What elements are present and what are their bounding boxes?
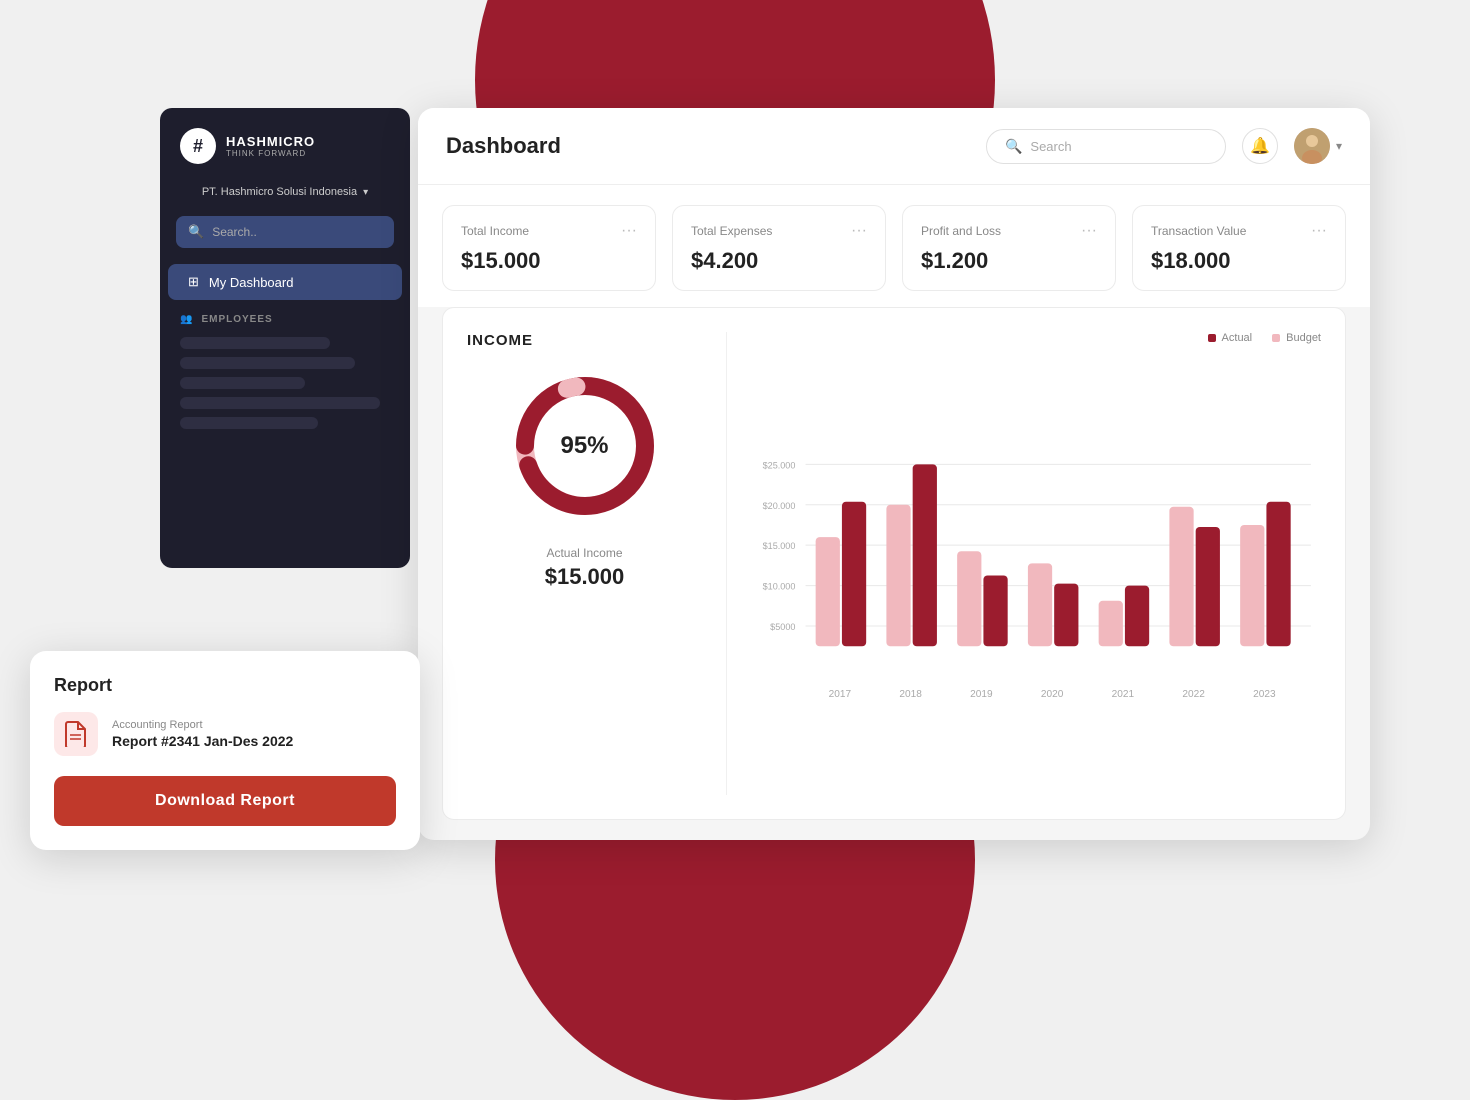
kpi-value: $15.000 — [461, 248, 637, 274]
svg-text:$20.000: $20.000 — [763, 501, 796, 511]
sidebar-skeleton-5 — [180, 417, 318, 429]
kpi-card-profit: Profit and Loss ··· $1.200 — [902, 205, 1116, 291]
svg-text:$10.000: $10.000 — [763, 582, 796, 592]
kpi-value: $18.000 — [1151, 248, 1327, 274]
avatar-chevron-icon: ▾ — [1336, 139, 1342, 153]
avatar-button[interactable]: ▾ — [1294, 128, 1342, 164]
sidebar-section-employees: 👥 EMPLOYEES — [160, 304, 410, 329]
svg-text:2021: 2021 — [1112, 689, 1135, 700]
kpi-header: Total Expenses ··· — [691, 222, 867, 240]
report-card-title: Report — [54, 675, 396, 696]
income-title: INCOME — [467, 332, 533, 349]
income-section: INCOME 95% Actual Income $15.000 — [442, 307, 1346, 820]
sidebar-skeleton-4 — [180, 397, 380, 409]
topbar-right: 🔍 🔔 ▾ — [986, 128, 1342, 164]
actual-income-value: $15.000 — [545, 564, 625, 590]
report-name: Report #2341 Jan-Des 2022 — [112, 733, 293, 749]
kpi-card-expenses: Total Expenses ··· $4.200 — [672, 205, 886, 291]
svg-text:$15.000: $15.000 — [763, 541, 796, 551]
kpi-menu-icon[interactable]: ··· — [1311, 222, 1327, 240]
search-input[interactable] — [1030, 139, 1207, 154]
kpi-header: Profit and Loss ··· — [921, 222, 1097, 240]
legend-budget-dot — [1272, 334, 1280, 342]
kpi-card-transaction: Transaction Value ··· $18.000 — [1132, 205, 1346, 291]
report-file-icon — [54, 712, 98, 756]
report-info: Accounting Report Report #2341 Jan-Des 2… — [112, 719, 293, 749]
notification-bell-button[interactable]: 🔔 — [1242, 128, 1278, 164]
sidebar-logo: # HASHMICRO THINK FORWARD — [160, 128, 410, 180]
kpi-row: Total Income ··· $15.000 Total Expenses … — [418, 185, 1370, 307]
svg-text:2019: 2019 — [970, 689, 993, 700]
sidebar-search-bar[interactable]: 🔍 — [176, 216, 394, 248]
svg-text:2017: 2017 — [829, 689, 852, 700]
legend-actual-label: Actual — [1222, 332, 1253, 344]
donut-percent: 95% — [560, 432, 608, 459]
kpi-label: Total Income — [461, 224, 529, 238]
bar-chart-container: $25.000 $20.000 $15.000 $10.000 $5000 20… — [755, 356, 1321, 795]
svg-text:2018: 2018 — [899, 689, 922, 700]
kpi-value: $4.200 — [691, 248, 867, 274]
section-label: EMPLOYEES — [201, 314, 272, 325]
kpi-label: Total Expenses — [691, 224, 772, 238]
topbar: Dashboard 🔍 🔔 ▾ — [418, 108, 1370, 185]
bell-icon: 🔔 — [1250, 136, 1270, 156]
search-icon: 🔍 — [1005, 138, 1022, 155]
search-icon: 🔍 — [188, 224, 204, 240]
sidebar-item-label: My Dashboard — [209, 275, 294, 290]
sidebar-skeleton-2 — [180, 357, 355, 369]
donut-chart: 95% — [505, 366, 665, 526]
donut-center: 95% — [560, 432, 608, 460]
svg-text:$25.000: $25.000 — [763, 460, 796, 470]
kpi-value: $1.200 — [921, 248, 1097, 274]
download-report-button[interactable]: Download Report — [54, 776, 396, 826]
legend-budget: Budget — [1272, 332, 1321, 344]
income-title-row: INCOME — [467, 332, 533, 350]
legend-budget-label: Budget — [1286, 332, 1321, 344]
employees-icon: 👥 — [180, 314, 193, 325]
sidebar-skeleton-3 — [180, 377, 305, 389]
kpi-menu-icon[interactable]: ··· — [621, 222, 637, 240]
report-item: Accounting Report Report #2341 Jan-Des 2… — [54, 712, 396, 756]
sidebar-skeleton-1 — [180, 337, 330, 349]
report-type: Accounting Report — [112, 719, 293, 731]
sidebar-search-input[interactable] — [212, 225, 382, 239]
avatar — [1294, 128, 1330, 164]
logo-tagline: THINK FORWARD — [226, 149, 315, 158]
kpi-header: Total Income ··· — [461, 222, 637, 240]
svg-text:2023: 2023 — [1253, 689, 1276, 700]
svg-text:$5000: $5000 — [770, 622, 795, 632]
sidebar: # HASHMICRO THINK FORWARD PT. Hashmicro … — [160, 108, 410, 568]
legend-actual-dot — [1208, 334, 1216, 342]
svg-text:2020: 2020 — [1041, 689, 1064, 700]
donut-area: INCOME 95% Actual Income $15.000 — [467, 332, 727, 795]
company-selector[interactable]: PT. Hashmicro Solusi Indonesia ▾ — [160, 180, 410, 204]
actual-income-label: Actual Income — [546, 546, 622, 560]
sidebar-item-dashboard[interactable]: ⊞ My Dashboard — [168, 264, 402, 300]
company-name: PT. Hashmicro Solusi Indonesia — [202, 186, 357, 198]
dashboard-panel: Dashboard 🔍 🔔 ▾ — [418, 108, 1370, 840]
kpi-label: Transaction Value — [1151, 224, 1246, 238]
kpi-label: Profit and Loss — [921, 224, 1001, 238]
kpi-header: Transaction Value ··· — [1151, 222, 1327, 240]
svg-text:2022: 2022 — [1182, 689, 1205, 700]
bar-legend: Actual Budget — [755, 332, 1321, 344]
dashboard-icon: ⊞ — [188, 274, 199, 290]
logo-text: HASHMICRO THINK FORWARD — [226, 134, 315, 158]
kpi-menu-icon[interactable]: ··· — [851, 222, 867, 240]
logo-icon: # — [180, 128, 216, 164]
report-card: Report Accounting Report Report #2341 Ja… — [30, 651, 420, 850]
kpi-menu-icon[interactable]: ··· — [1081, 222, 1097, 240]
bar-chart-area: Actual Budget $25.000 $20.000 $1 — [727, 332, 1321, 795]
legend-actual: Actual — [1208, 332, 1253, 344]
kpi-card-income: Total Income ··· $15.000 — [442, 205, 656, 291]
logo-name: HASHMICRO — [226, 134, 315, 149]
chevron-down-icon: ▾ — [363, 187, 368, 198]
search-bar[interactable]: 🔍 — [986, 129, 1226, 164]
page-title: Dashboard — [446, 133, 561, 159]
bar-chart-svg: $25.000 $20.000 $15.000 $10.000 $5000 20… — [755, 356, 1321, 795]
